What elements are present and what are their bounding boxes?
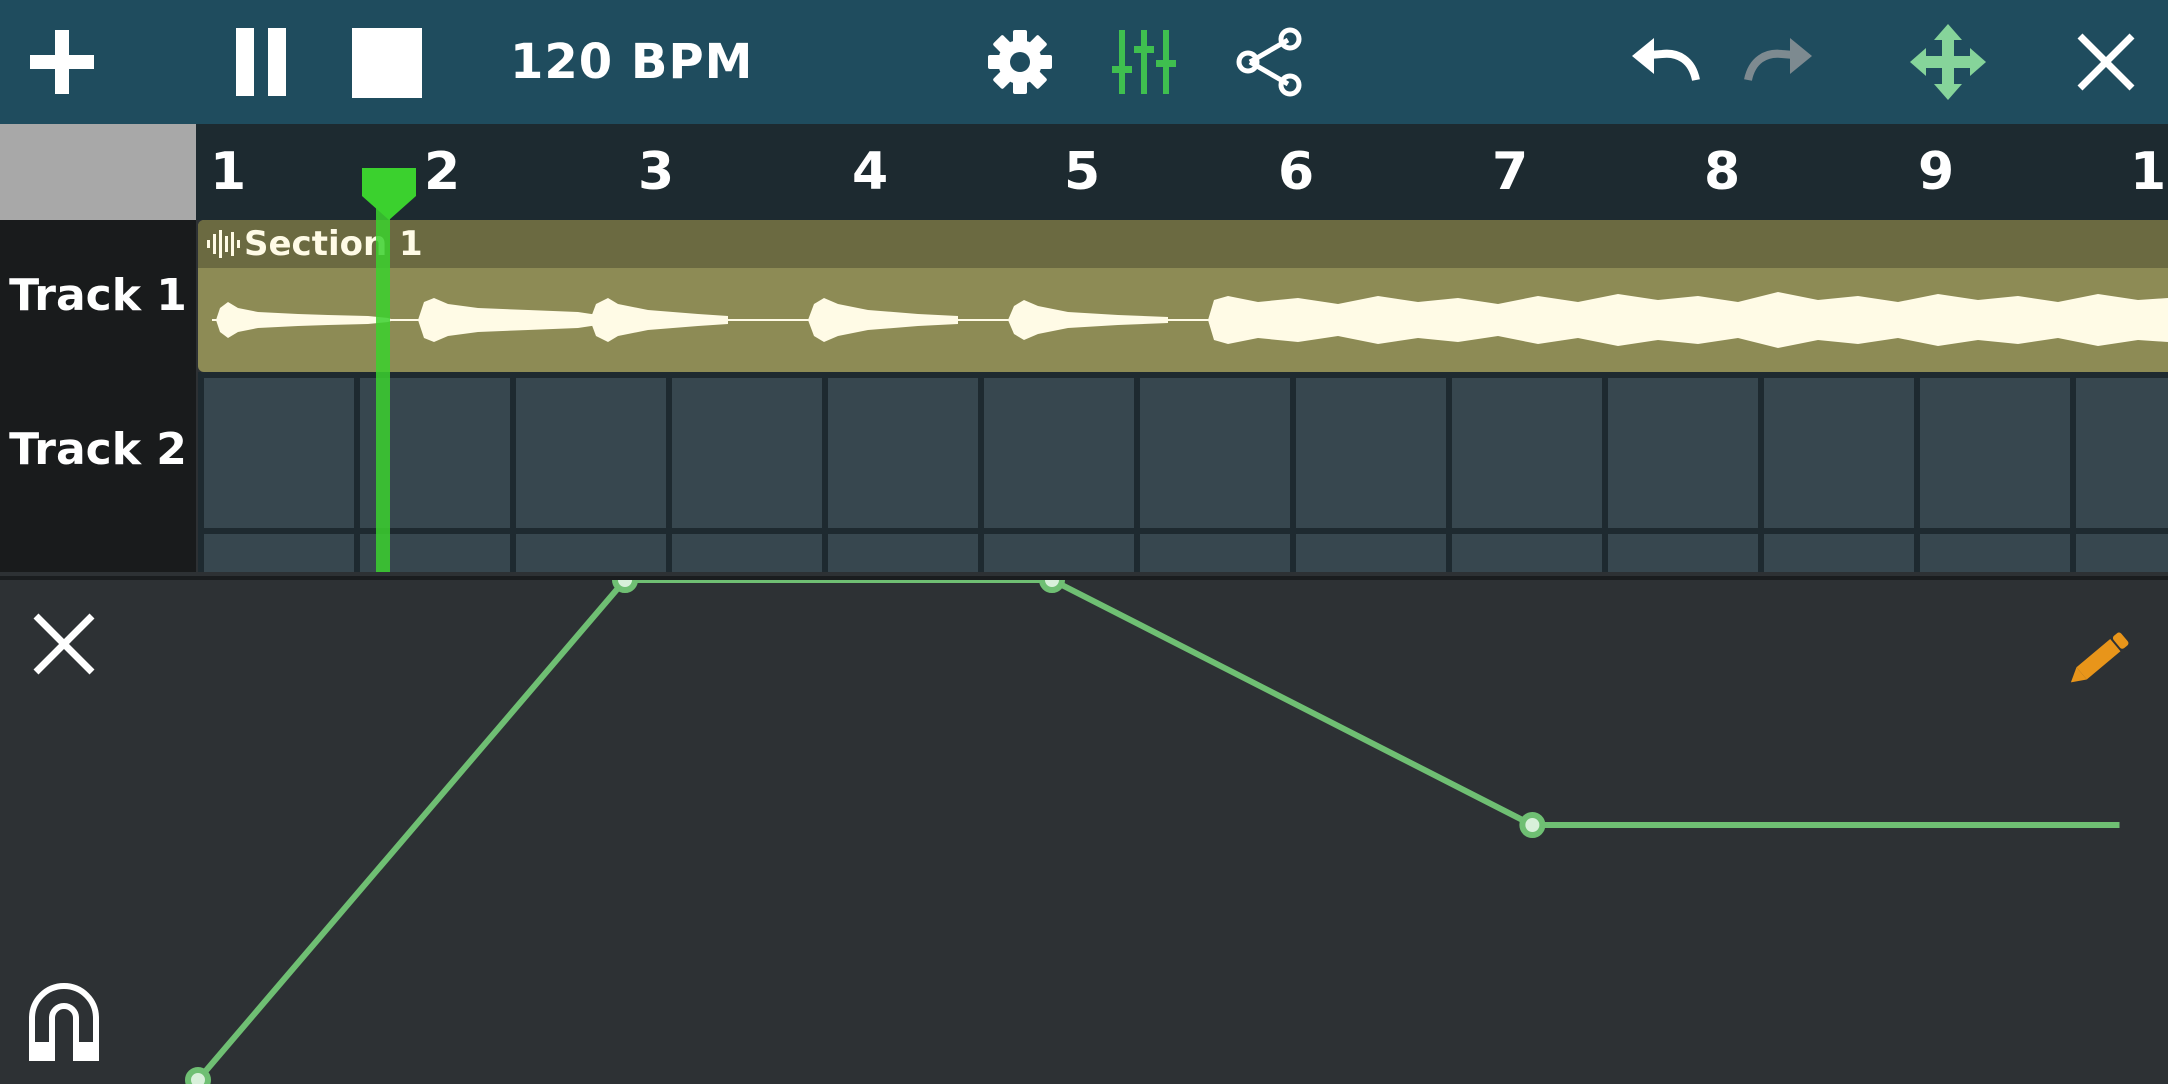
bar-number: 10: [2130, 142, 2168, 202]
waveform-icon: [207, 230, 240, 258]
stop-button[interactable]: [344, 20, 428, 104]
share-icon: [1236, 27, 1302, 97]
redo-icon: [1744, 38, 1812, 82]
grid-cell: [1608, 378, 1758, 528]
undo-icon: [1632, 38, 1700, 82]
track-name: Track 2: [9, 424, 187, 475]
bar-number: 8: [1704, 142, 1741, 202]
redo-button[interactable]: [1734, 20, 1818, 104]
track-header-2[interactable]: Track 2: [0, 372, 196, 572]
automation-line: [195, 580, 2120, 1082]
magnet-icon: [29, 983, 99, 1061]
waveform: [212, 292, 2168, 348]
close-editor-button[interactable]: [2064, 20, 2148, 104]
automation-point[interactable]: [1519, 812, 1546, 838]
grid-cell: [1296, 378, 1446, 528]
bar-number: 3: [638, 142, 675, 202]
grid-cell: [672, 378, 822, 528]
audio-clip[interactable]: Section 1: [198, 220, 2168, 372]
grid-cell: [204, 534, 354, 572]
grid-cell: [1764, 378, 1914, 528]
move-icon: [1910, 24, 1986, 100]
grid-cell: [1452, 534, 1602, 572]
grid-cell: [984, 534, 1134, 572]
grid-cell: [1608, 534, 1758, 572]
grid-cell: [828, 534, 978, 572]
bar-number: 6: [1278, 142, 1315, 202]
settings-icon: [988, 30, 1052, 94]
automation-panel[interactable]: [0, 576, 2168, 1084]
grid-cell: [1452, 378, 1602, 528]
automation-envelope[interactable]: [0, 580, 2168, 1084]
close-icon: [2077, 33, 2135, 91]
mixer-icon: [1112, 30, 1176, 94]
bar-number: 2: [424, 142, 461, 202]
grid-cell: [516, 378, 666, 528]
add-track-button[interactable]: [20, 20, 104, 104]
grid-cell: [1920, 534, 2070, 572]
mixer-button[interactable]: [1102, 20, 1186, 104]
automation-point[interactable]: [185, 1067, 211, 1084]
clip-title: Section 1: [244, 224, 423, 264]
stop-icon: [352, 28, 422, 98]
bar-number: 7: [1492, 142, 1529, 202]
timeline-ruler[interactable]: 1 2 3 4 5 6 7 8 9 10: [0, 124, 2168, 220]
playhead-marker[interactable]: [362, 168, 416, 222]
add-icon: [30, 30, 94, 94]
grid-cell: [1140, 378, 1290, 528]
tempo-display[interactable]: 120 BPM: [510, 28, 753, 96]
ruler-corner: [0, 124, 196, 220]
grid-cell: [1296, 534, 1446, 572]
grid-cell: [984, 378, 1134, 528]
top-toolbar: 120 BPM: [0, 0, 2168, 124]
pause-icon: [236, 28, 286, 96]
bar-number: 9: [1918, 142, 1955, 202]
bar-number: 1: [210, 142, 247, 202]
grid-cell: [516, 534, 666, 572]
close-automation-button[interactable]: [16, 596, 112, 692]
grid-cell: [2076, 378, 2168, 528]
automation-point[interactable]: [1039, 580, 1065, 593]
automation-point[interactable]: [612, 580, 638, 593]
grid-cell: [672, 534, 822, 572]
track-lane-2[interactable]: [198, 372, 2168, 572]
move-button[interactable]: [1906, 20, 1990, 104]
track-header-1[interactable]: Track 1: [0, 220, 196, 372]
grid-cell: [2076, 534, 2168, 572]
bar-number: 5: [1064, 142, 1101, 202]
pause-button[interactable]: [222, 20, 306, 104]
pencil-icon: [2070, 632, 2129, 683]
grid-cell: [1920, 378, 2070, 528]
grid-cell: [204, 378, 354, 528]
clip-header: Section 1: [198, 220, 2168, 268]
pencil-tool-button[interactable]: [2052, 610, 2148, 706]
close-icon: [33, 613, 95, 675]
undo-button[interactable]: [1626, 20, 1710, 104]
grid-cell: [1140, 534, 1290, 572]
share-button[interactable]: [1228, 20, 1312, 104]
grid-cell: [1764, 534, 1914, 572]
bar-number: 4: [852, 142, 889, 202]
playhead-line: [376, 170, 390, 572]
grid-cell: [828, 378, 978, 528]
settings-button[interactable]: [978, 20, 1062, 104]
track-name: Track 1: [9, 270, 187, 321]
snap-magnet-button[interactable]: [16, 972, 112, 1068]
